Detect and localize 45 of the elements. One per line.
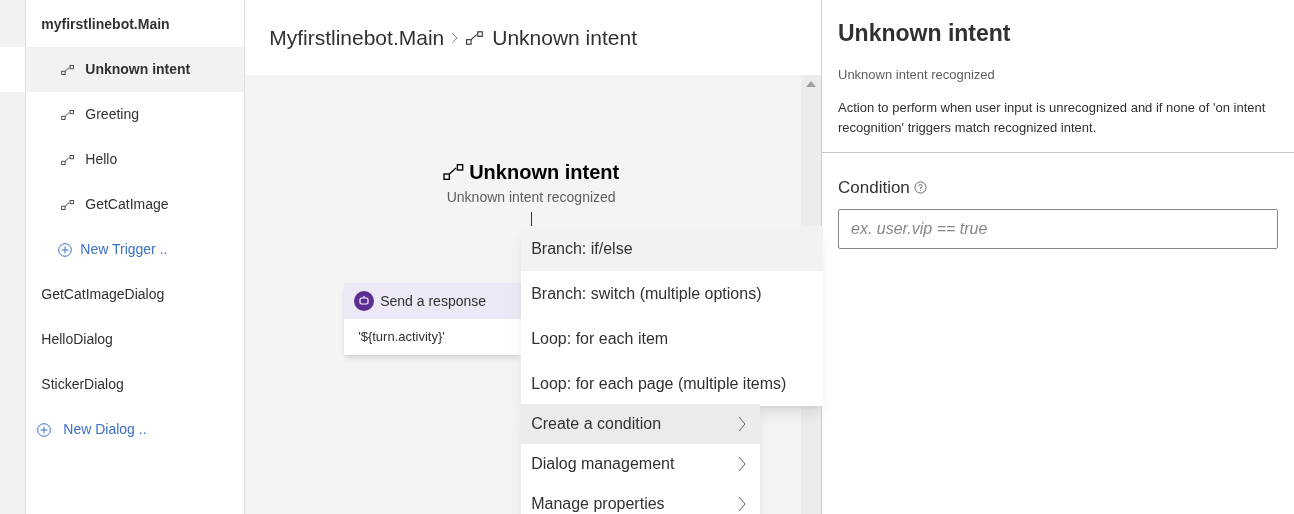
new-trigger-link[interactable]: New Trigger .. xyxy=(26,227,245,272)
menu-item[interactable]: Create a condition xyxy=(521,404,761,444)
properties-description: Action to perform when user input is unrecognized and if none of 'on intent recognition' triggers match recognized intent. xyxy=(838,99,1267,137)
dialog-item[interactable]: StickerDialog xyxy=(26,362,245,407)
breadcrumb-dialog[interactable]: Myfirstlinebot.Main xyxy=(269,21,445,54)
trigger-item[interactable]: GetCatImage xyxy=(26,182,245,227)
condition-label: Condition xyxy=(838,177,910,199)
breadcrumb-separator-icon xyxy=(452,32,459,43)
chevron-right-icon xyxy=(738,496,747,512)
action-body: '${turn.activity}' xyxy=(357,328,446,347)
nav-highlight xyxy=(0,47,26,92)
trigger-icon xyxy=(466,30,485,45)
properties-subtitle: Unknown intent recognized xyxy=(838,65,996,84)
trigger-item[interactable]: Hello xyxy=(26,137,245,182)
dialog-item[interactable]: GetCatImageDialog xyxy=(26,272,245,317)
trigger-item[interactable]: Unknown intent xyxy=(26,47,245,92)
submenu-item[interactable]: Branch: if/else xyxy=(521,226,824,271)
help-icon[interactable] xyxy=(913,181,927,195)
action-card[interactable]: Send a response '${turn.activity}' xyxy=(344,283,522,355)
submenu-item[interactable]: Branch: switch (multiple options) xyxy=(521,271,824,316)
breadcrumb-trigger[interactable]: Unknown intent xyxy=(492,21,637,54)
plus-circle-icon xyxy=(37,422,52,437)
trigger-icon xyxy=(61,64,76,75)
chevron-right-icon xyxy=(738,416,747,432)
condition-input[interactable]: ex. user.vip == true xyxy=(838,208,1278,249)
trigger-node-subtitle: Unknown intent recognized xyxy=(446,188,616,207)
action-title: Send a response xyxy=(380,291,487,311)
bot-icon xyxy=(354,291,375,311)
trigger-item[interactable]: Greeting xyxy=(26,92,245,137)
menu-item[interactable]: Dialog management xyxy=(521,444,761,484)
trigger-icon xyxy=(61,199,76,210)
menu-item[interactable]: Manage properties xyxy=(521,484,761,514)
dialog-item[interactable]: myfirstlinebot.Main xyxy=(26,2,245,47)
plus-circle-icon xyxy=(58,242,73,257)
submenu-item[interactable]: Loop: for each page (multiple items) xyxy=(521,361,824,406)
new-dialog-link[interactable]: New Dialog .. xyxy=(26,407,245,452)
submenu-item[interactable]: Loop: for each item xyxy=(521,316,824,361)
trigger-icon xyxy=(61,154,76,165)
properties-title: Unknown intent xyxy=(838,19,1012,48)
chevron-right-icon xyxy=(738,456,747,472)
trigger-icon xyxy=(443,164,466,180)
trigger-icon xyxy=(61,109,76,120)
trigger-node-title[interactable]: Unknown intent xyxy=(469,157,620,187)
dialog-item[interactable]: HelloDialog xyxy=(26,317,245,362)
scroll-up-icon xyxy=(806,81,816,87)
